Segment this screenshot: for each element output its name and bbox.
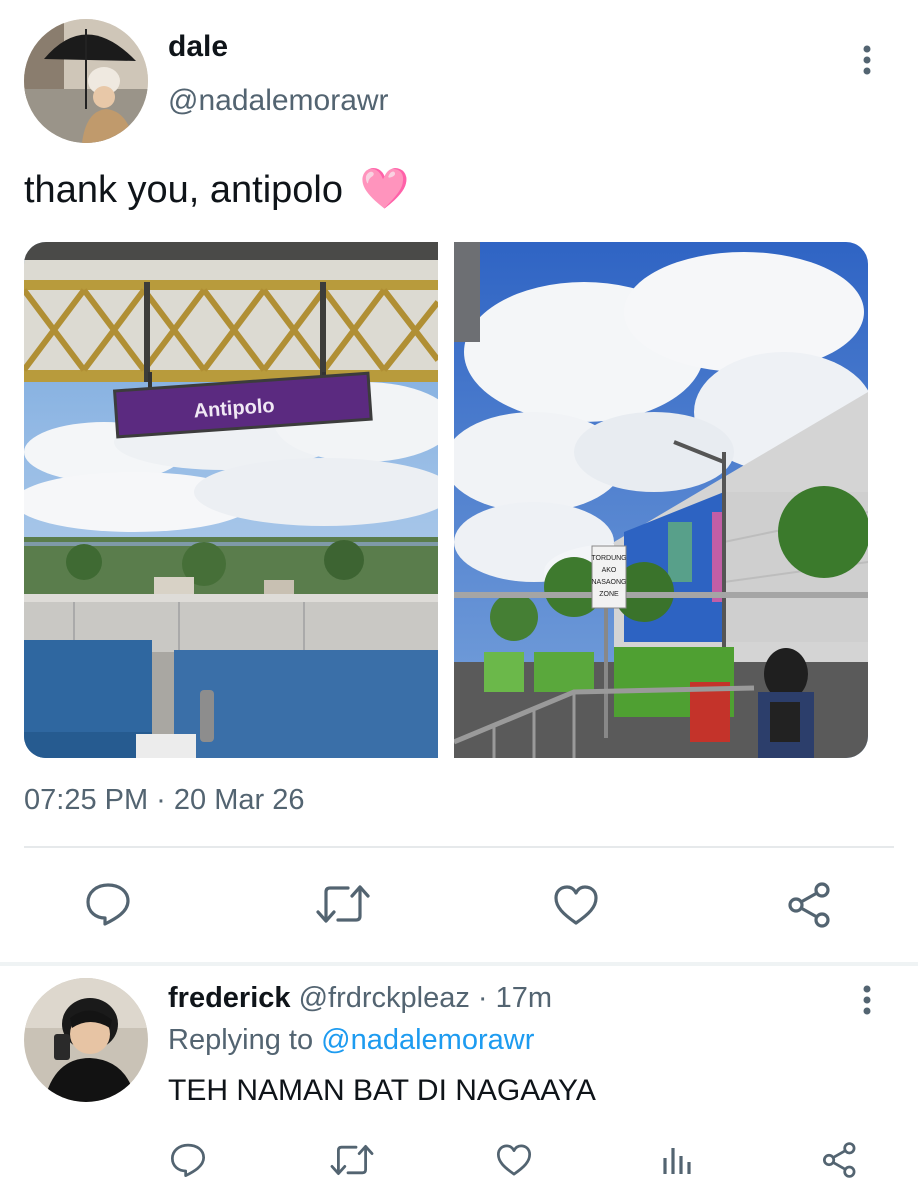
media-grid: Antipolo TORDUNG AKO NASAONG ZONE bbox=[24, 242, 868, 758]
heart-icon[interactable] bbox=[553, 884, 599, 926]
reply-display-name[interactable]: frederick bbox=[168, 982, 291, 1014]
comment-icon[interactable] bbox=[85, 882, 131, 926]
photo2-sign-line3: NASAONG bbox=[591, 579, 626, 586]
reply-separator: · bbox=[477, 982, 488, 1014]
replying-to-label: Replying to bbox=[168, 1024, 314, 1056]
reply-avatar[interactable] bbox=[24, 978, 148, 1102]
avatar-photo bbox=[24, 19, 148, 143]
reply-avatar-photo bbox=[24, 978, 148, 1102]
reply-text: TEH NAMAN BAT DI NAGAAYA bbox=[168, 1074, 596, 1107]
photo-station[interactable]: Antipolo bbox=[24, 242, 438, 758]
tweet-timestamp: 07:25 PM · 20 Mar 26 bbox=[24, 784, 305, 816]
section-separator bbox=[0, 962, 918, 966]
replying-to: Replying to @nadalemorawr bbox=[168, 1024, 534, 1057]
display-name[interactable]: dale bbox=[168, 30, 228, 64]
photo-mall[interactable]: TORDUNG AKO NASAONG ZONE bbox=[454, 242, 868, 758]
reply-comment-icon[interactable] bbox=[170, 1142, 206, 1178]
photo2-sign-line1: TORDUNG bbox=[591, 555, 626, 562]
reply-header: frederick @frdrckpleaz · 17m bbox=[168, 982, 552, 1015]
share-icon[interactable] bbox=[787, 882, 833, 928]
photo2-sign-line2: AKO bbox=[602, 567, 617, 574]
reply-time: 17m bbox=[495, 982, 553, 1014]
photo2-sign-line4: ZONE bbox=[599, 591, 619, 598]
handle[interactable]: @nadalemorawr bbox=[168, 84, 389, 118]
retweet-icon[interactable] bbox=[316, 884, 370, 924]
pink-heart-emoji: 🩷 bbox=[359, 166, 410, 212]
reply-heart-icon[interactable] bbox=[496, 1143, 532, 1177]
views-icon[interactable] bbox=[661, 1144, 693, 1176]
avatar[interactable] bbox=[24, 19, 148, 143]
reply-share-icon[interactable] bbox=[822, 1142, 858, 1178]
reply-retweet-icon[interactable] bbox=[330, 1144, 374, 1176]
more-vertical-icon[interactable] bbox=[858, 44, 876, 78]
tweet-text: thank you, antipolo 🩷 bbox=[24, 166, 409, 213]
tweet-text-content: thank you, antipolo bbox=[24, 169, 344, 211]
reply-more-vertical-icon[interactable] bbox=[858, 984, 876, 1018]
replying-to-handle[interactable]: @nadalemorawr bbox=[321, 1024, 534, 1056]
reply-handle[interactable]: @frdrckpleaz bbox=[299, 982, 470, 1014]
divider bbox=[24, 846, 894, 848]
